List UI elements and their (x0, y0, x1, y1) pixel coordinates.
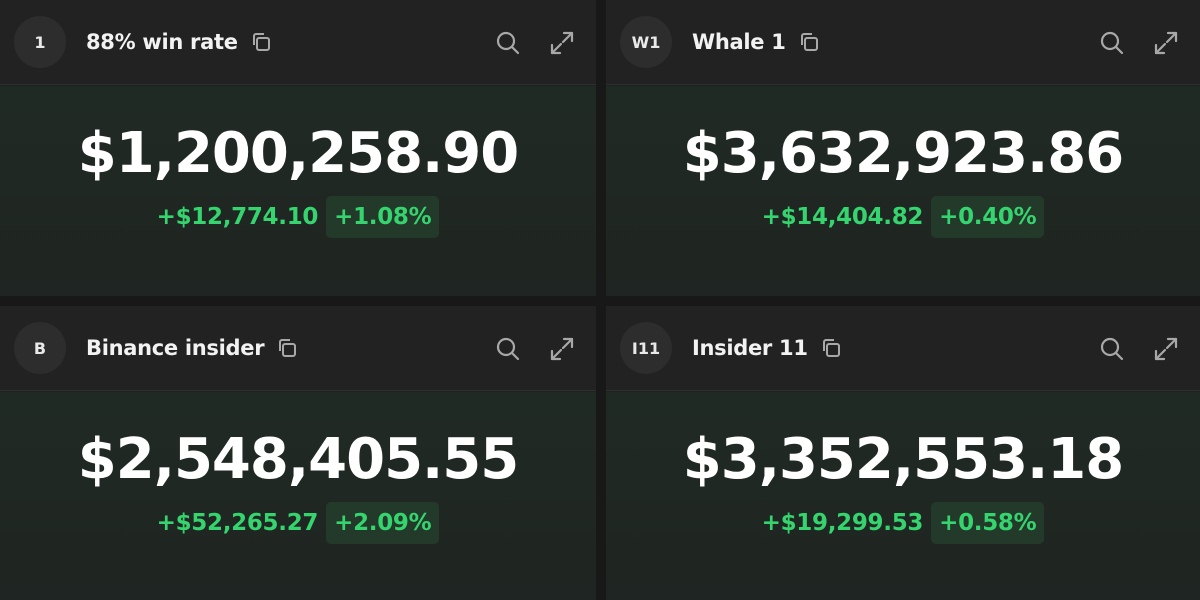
wallet-grid: 1 88% win rate $1,200,258.90 +$12,774.10… (0, 0, 1200, 600)
wallet-header: I11 Insider 11 (606, 306, 1200, 391)
wallet-body: $1,200,258.90 +$12,774.10 +1.08% (0, 86, 596, 296)
header-tools (494, 0, 576, 85)
copy-icon[interactable] (820, 337, 842, 359)
wallet-name: Whale 1 (692, 30, 786, 54)
avatar: B (14, 322, 66, 374)
expand-icon[interactable] (1152, 335, 1180, 363)
wallet-card: W1 Whale 1 $3,632,923.86 +$14,404.82 +0.… (606, 0, 1200, 296)
change-amount: +$52,265.27 (156, 510, 319, 536)
header-tools (1098, 306, 1180, 391)
wallet-body: $3,352,553.18 +$19,299.53 +0.58% (606, 392, 1200, 600)
wallet-total: $3,632,923.86 (682, 121, 1124, 186)
wallet-name: 88% win rate (86, 30, 238, 54)
change-amount: +$19,299.53 (761, 510, 924, 536)
wallet-total: $3,352,553.18 (682, 427, 1124, 492)
search-icon[interactable] (1098, 29, 1126, 57)
search-icon[interactable] (1098, 335, 1126, 363)
copy-icon[interactable] (276, 337, 298, 359)
expand-icon[interactable] (548, 29, 576, 57)
change-percent-badge: +0.40% (931, 196, 1045, 238)
wallet-name: Insider 11 (692, 336, 808, 360)
change-percent-badge: +1.08% (326, 196, 440, 238)
wallet-body: $2,548,405.55 +$52,265.27 +2.09% (0, 392, 596, 600)
change-row: +$19,299.53 +0.58% (762, 502, 1045, 544)
change-amount: +$14,404.82 (761, 204, 924, 230)
wallet-header: W1 Whale 1 (606, 0, 1200, 85)
wallet-header: B Binance insider (0, 306, 596, 391)
copy-icon[interactable] (798, 31, 820, 53)
wallet-header: 1 88% win rate (0, 0, 596, 85)
copy-icon[interactable] (250, 31, 272, 53)
avatar: 1 (14, 16, 66, 68)
change-percent-badge: +0.58% (931, 502, 1045, 544)
wallet-card: I11 Insider 11 $3,352,553.18 +$19,299.53… (606, 306, 1200, 600)
change-amount: +$12,774.10 (156, 204, 319, 230)
expand-icon[interactable] (1152, 29, 1180, 57)
search-icon[interactable] (494, 29, 522, 57)
wallet-total: $2,548,405.55 (77, 427, 519, 492)
search-icon[interactable] (494, 335, 522, 363)
wallet-name: Binance insider (86, 336, 265, 360)
avatar: I11 (620, 322, 672, 374)
expand-icon[interactable] (548, 335, 576, 363)
change-row: +$12,774.10 +1.08% (157, 196, 440, 238)
avatar: W1 (620, 16, 672, 68)
change-percent-badge: +2.09% (326, 502, 440, 544)
change-row: +$52,265.27 +2.09% (157, 502, 440, 544)
wallet-card: 1 88% win rate $1,200,258.90 +$12,774.10… (0, 0, 596, 296)
wallet-body: $3,632,923.86 +$14,404.82 +0.40% (606, 86, 1200, 296)
wallet-card: B Binance insider $2,548,405.55 +$52,265… (0, 306, 596, 600)
header-tools (494, 306, 576, 391)
wallet-total: $1,200,258.90 (77, 121, 519, 186)
change-row: +$14,404.82 +0.40% (762, 196, 1045, 238)
header-tools (1098, 0, 1180, 85)
